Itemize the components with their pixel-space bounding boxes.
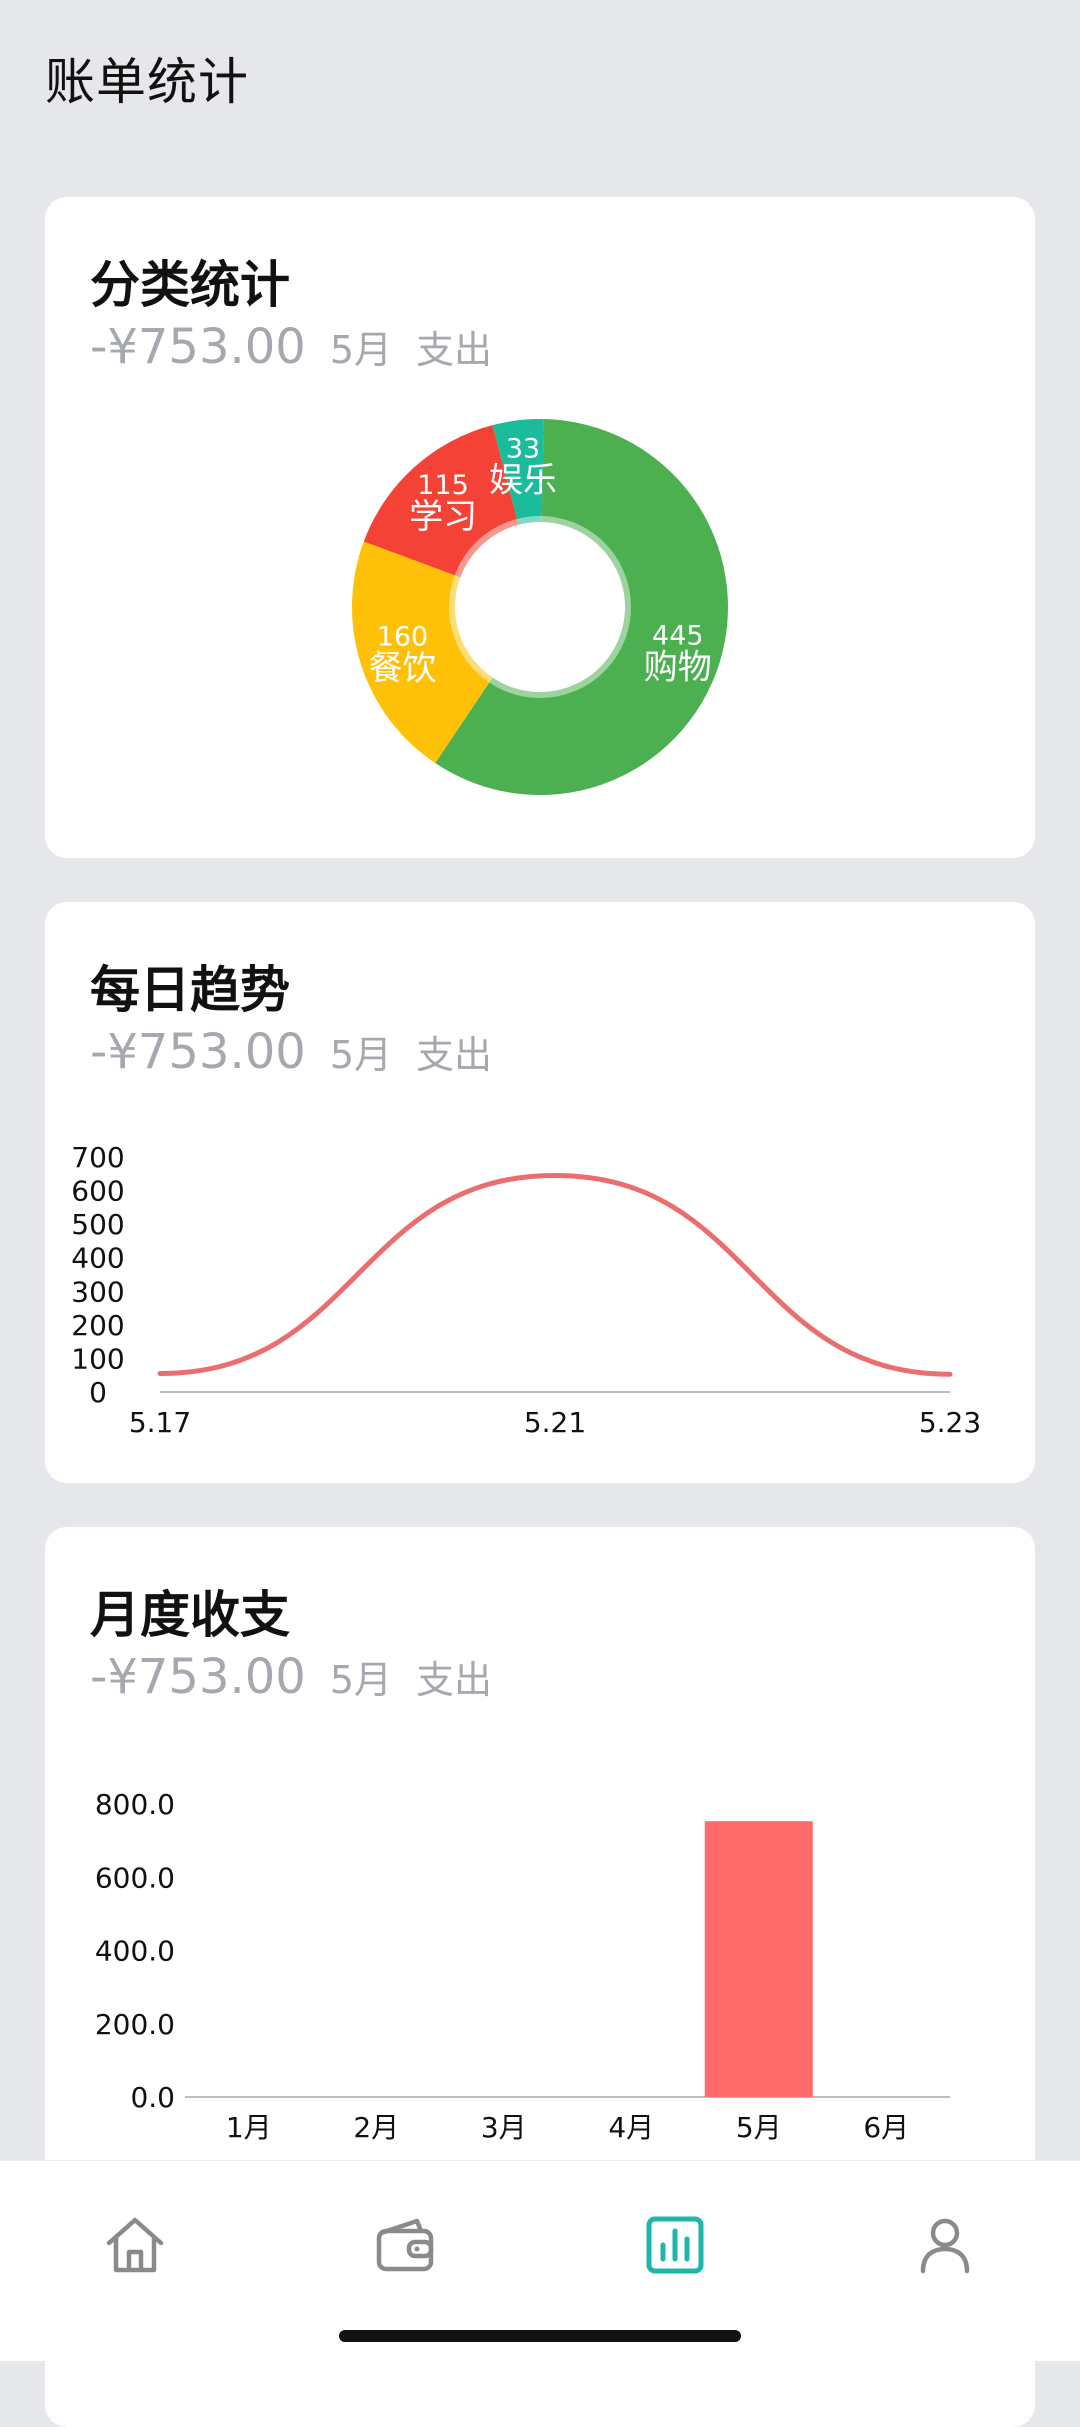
category-stats-card: 分类统计 -¥753.00 5月 支出 445 购物 160 餐饮 115 学习 33 娱乐 — [45, 197, 1035, 858]
x-tick-label-0: 5.17 — [129, 1406, 191, 1439]
y-tick-label-2: 200 — [71, 1309, 124, 1342]
pie-category-label-2: 学习 — [409, 497, 477, 537]
home-icon — [106, 2217, 164, 2273]
x-tick-label-1: 2月 — [353, 2111, 399, 2144]
y-tick-label-0: 0 — [89, 1376, 107, 1409]
category-donut-chart: 445购物160餐饮115学习33娱乐 — [351, 419, 728, 795]
bar-4[interactable] — [704, 1821, 813, 2097]
x-tick-label-2: 5.23 — [919, 1406, 981, 1439]
page-title: 账单统计 — [45, 53, 249, 111]
y-tick-label-3: 600.0 — [95, 1861, 175, 1894]
tab-home[interactable] — [101, 2211, 169, 2279]
y-tick-label-1: 100 — [71, 1342, 124, 1375]
y-tick-label-3: 300 — [71, 1275, 124, 1308]
donut-hole — [463, 530, 617, 684]
x-tick-label-4: 5月 — [736, 2111, 782, 2144]
home-indicator — [339, 2330, 741, 2342]
pie-category-label-0: 购物 — [644, 648, 712, 688]
y-tick-label-4: 400 — [71, 1242, 124, 1275]
y-tick-label-5: 500 — [71, 1208, 124, 1241]
tab-stats[interactable] — [641, 2211, 709, 2279]
tab-wallet[interactable] — [371, 2211, 439, 2279]
pie-category-label-3: 娱乐 — [489, 460, 557, 500]
x-tick-label-0: 1月 — [226, 2111, 272, 2144]
y-tick-label-7: 700 — [71, 1141, 124, 1174]
bar-chart-icon — [646, 2216, 704, 2274]
y-tick-label-6: 600 — [71, 1175, 124, 1208]
daily-trend-card: 每日趋势 -¥753.00 5月 支出 0 100 200 300 400 500 600 7… — [45, 902, 1035, 1483]
x-tick-label-1: 5.21 — [524, 1406, 586, 1439]
y-tick-label-0: 0.0 — [130, 2081, 175, 2114]
pie-category-label-1: 餐饮 — [368, 648, 436, 688]
x-tick-label-2: 3月 — [481, 2111, 527, 2144]
y-tick-label-4: 800.0 — [95, 1788, 175, 1821]
y-tick-label-2: 400.0 — [95, 1935, 175, 1968]
daily-line-chart: 0100200300400500600700 5.17 5.21 5.23 — [71, 1141, 981, 1439]
user-icon — [920, 2218, 970, 2274]
daily-trend-line — [157, 1172, 953, 1377]
y-tick-label-1: 200.0 — [95, 2008, 175, 2041]
x-tick-label-3: 4月 — [608, 2111, 654, 2144]
wallet-icon — [376, 2218, 434, 2272]
x-tick-label-5: 6月 — [863, 2111, 909, 2144]
tab-profile[interactable] — [911, 2211, 979, 2279]
